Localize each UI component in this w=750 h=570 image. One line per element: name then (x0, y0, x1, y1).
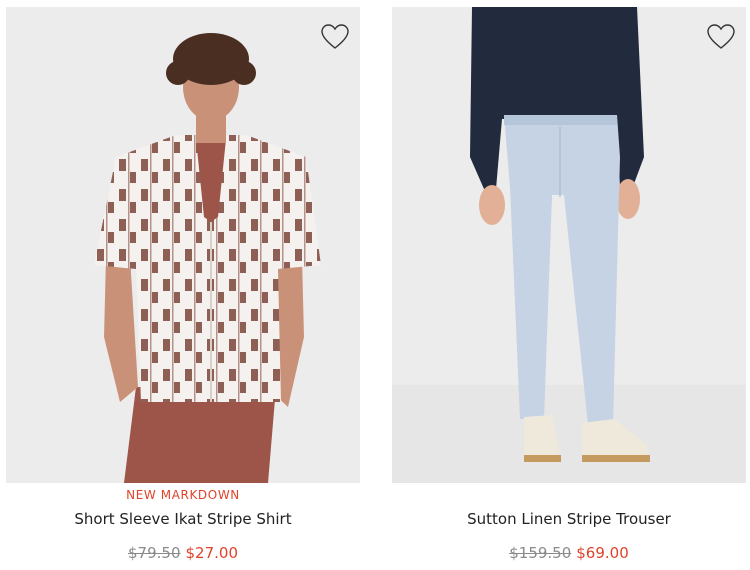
original-price: $79.50 (128, 544, 181, 562)
trouser-model-illustration (392, 7, 746, 483)
shirt-model-illustration (6, 7, 360, 483)
product-image[interactable] (392, 7, 746, 483)
product-info: Sutton Linen Stripe Trouser $159.50 $69.0… (392, 488, 746, 562)
markdown-badge: NEW MARKDOWN (126, 488, 240, 502)
markdown-badge (392, 488, 746, 506)
product-grid: NEW MARKDOWN Short Sleeve Ikat Stripe Sh… (0, 0, 750, 570)
product-name-link[interactable]: Sutton Linen Stripe Trouser (392, 510, 746, 528)
product-info: NEW MARKDOWN Short Sleeve Ikat Stripe Sh… (6, 488, 360, 562)
original-price: $159.50 (509, 544, 572, 562)
sale-price: $69.00 (576, 544, 629, 562)
price-row: $159.50 $69.00 (392, 544, 746, 562)
product-image[interactable] (6, 7, 360, 483)
product-name-link[interactable]: Short Sleeve Ikat Stripe Shirt (6, 510, 360, 528)
sale-price: $27.00 (185, 544, 239, 562)
heart-icon[interactable] (320, 23, 350, 51)
heart-icon[interactable] (706, 23, 736, 51)
price-row: $79.50 $27.00 (6, 544, 360, 562)
